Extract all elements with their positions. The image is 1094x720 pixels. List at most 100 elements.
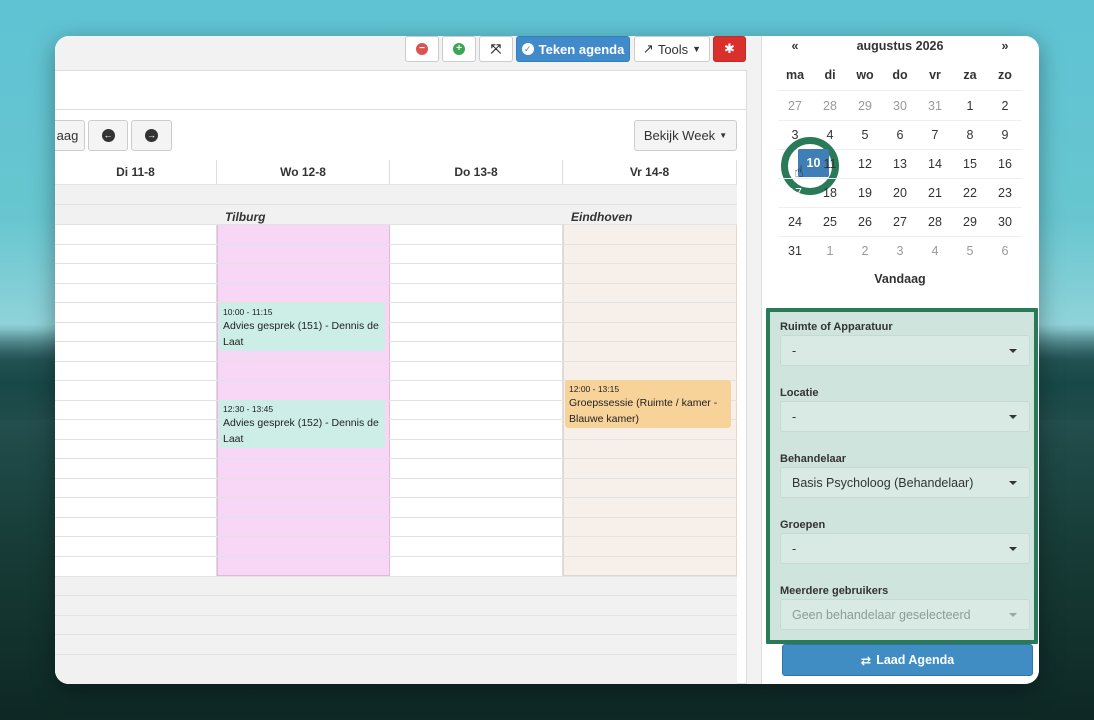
day-cell[interactable]: 28: [813, 91, 847, 120]
day-cell[interactable]: 14: [918, 149, 952, 178]
zoom-in-button[interactable]: +: [442, 36, 476, 62]
calendar-event[interactable]: 12:00 - 13:15 Groepssessie (Ruimte / kam…: [565, 380, 731, 428]
groepen-label: Groepen: [780, 519, 826, 531]
after-hours-area: [55, 576, 737, 684]
day-header-di: Di 11-8: [55, 160, 217, 184]
settings-button[interactable]: ✱: [713, 36, 746, 62]
day-cell[interactable]: 1: [953, 91, 987, 120]
bekijk-week-dropdown[interactable]: Bekijk Week ▼: [634, 120, 737, 151]
day-cell[interactable]: 28: [918, 207, 952, 236]
day-cell[interactable]: 7: [918, 120, 952, 149]
day-cell[interactable]: 5: [953, 236, 987, 265]
laad-agenda-label: Laad Agenda: [876, 653, 955, 667]
day-cell[interactable]: 3: [883, 236, 917, 265]
behandelaar-select[interactable]: Basis Psycholoog (Behandelaar): [780, 467, 1030, 498]
day-cell[interactable]: 23: [988, 178, 1022, 207]
app-window: − + ⤧ ✓ Teken agenda ↗ Tools ▼ ✱ aag ← →…: [55, 36, 1039, 684]
day-cell[interactable]: 5: [848, 120, 882, 149]
day-cell[interactable]: 19: [848, 178, 882, 207]
day-cell[interactable]: 6: [988, 236, 1022, 265]
today-button[interactable]: aag: [55, 120, 85, 151]
plus-circle-icon: +: [453, 43, 465, 55]
day-cell[interactable]: 31: [918, 91, 952, 120]
day-cell[interactable]: 30: [883, 91, 917, 120]
gear-icon: ✱: [724, 41, 735, 56]
day-cell[interactable]: 26: [848, 207, 882, 236]
day-cell[interactable]: 11: [813, 149, 847, 178]
locatie-select[interactable]: -: [780, 401, 1030, 432]
day-cell[interactable]: 8: [953, 120, 987, 149]
bekijk-week-label: Bekijk Week: [643, 128, 716, 143]
meerdere-value: Geen behandelaar geselecteerd: [792, 607, 971, 622]
calendar-event[interactable]: 10:00 - 11:15 Advies gesprek (151) - Den…: [219, 303, 385, 351]
day-cell[interactable]: 29: [848, 91, 882, 120]
day-cell[interactable]: 18: [813, 178, 847, 207]
teken-agenda-label: Teken agenda: [538, 41, 625, 57]
weekday-header: za: [963, 67, 977, 82]
event-title: Advies gesprek (151) - Dennis de Laat: [223, 320, 379, 348]
weekday-header: ma: [785, 67, 805, 82]
groepen-select[interactable]: -: [780, 533, 1030, 564]
behandelaar-label: Behandelaar: [780, 453, 847, 465]
event-title: Advies gesprek (152) - Dennis de Laat: [223, 417, 379, 445]
location-label-vr: Eindhoven: [571, 210, 633, 224]
day-cell[interactable]: 30: [988, 207, 1022, 236]
zoom-out-button[interactable]: −: [405, 36, 439, 62]
day-header-do: Do 13-8: [390, 160, 563, 184]
day-cell[interactable]: 29: [953, 207, 987, 236]
day-cell[interactable]: 22: [953, 178, 987, 207]
day-cell[interactable]: 2: [848, 236, 882, 265]
arrow-left-icon: ←: [101, 129, 115, 142]
next-week-button[interactable]: →: [131, 120, 172, 151]
day-cell[interactable]: 31: [778, 236, 812, 265]
day-cell[interactable]: 27: [778, 91, 812, 120]
day-cell[interactable]: 16: [988, 149, 1022, 178]
day-cell[interactable]: 27: [883, 207, 917, 236]
caret-down-icon: [1009, 349, 1017, 353]
vandaag-link[interactable]: Vandaag: [848, 264, 952, 293]
ruimte-select[interactable]: -: [780, 335, 1030, 366]
day-cell[interactable]: 4: [918, 236, 952, 265]
tools-dropdown[interactable]: ↗ Tools ▼: [634, 36, 710, 62]
day-cell[interactable]: 20: [883, 178, 917, 207]
caret-down-icon: ▼: [692, 44, 702, 54]
day-cell[interactable]: 6: [883, 120, 917, 149]
weekday-header: di: [824, 67, 836, 82]
day-cell[interactable]: 12: [848, 149, 882, 178]
locatie-label: Locatie: [780, 387, 819, 399]
calendar-event[interactable]: 12:30 - 13:45 Advies gesprek (152) - Den…: [219, 400, 385, 448]
day-cell[interactable]: 13: [883, 149, 917, 178]
day-header-wo: Wo 12-8: [217, 160, 390, 184]
weekday-header: vr: [929, 67, 941, 82]
prev-month-button[interactable]: «: [778, 36, 812, 60]
previous-week-button[interactable]: ←: [88, 120, 128, 151]
meerdere-select[interactable]: Geen behandelaar geselecteerd: [780, 599, 1030, 630]
agenda-main: − + ⤧ ✓ Teken agenda ↗ Tools ▼ ✱ aag ← →…: [55, 36, 761, 684]
caret-down-icon: [1009, 481, 1017, 485]
day-cell[interactable]: 1: [813, 236, 847, 265]
day-cell[interactable]: 15: [953, 149, 987, 178]
day-cell[interactable]: 9: [988, 120, 1022, 149]
caret-down-icon: ▼: [719, 131, 728, 140]
weekday-header: zo: [998, 67, 1012, 82]
laad-agenda-button[interactable]: ⇄ Laad Agenda: [782, 644, 1033, 676]
weekday-header: do: [892, 67, 908, 82]
day-cell[interactable]: 2: [988, 91, 1022, 120]
caret-down-icon: [1009, 415, 1017, 419]
location-label-wo: Tilburg: [225, 210, 266, 224]
caret-down-icon: [1009, 613, 1017, 617]
day-cell[interactable]: 25: [813, 207, 847, 236]
filters-panel: Ruimte of Apparatuur - Locatie - Behande…: [766, 308, 1038, 644]
month-title[interactable]: augustus 2026: [812, 36, 988, 60]
teken-agenda-button[interactable]: ✓ Teken agenda: [516, 36, 630, 62]
day-header-vr: Vr 14-8: [563, 160, 737, 184]
next-month-button[interactable]: »: [988, 36, 1022, 60]
tools-label: Tools: [657, 41, 689, 57]
day-cell[interactable]: 21: [918, 178, 952, 207]
today-label: aag: [56, 128, 79, 143]
day-cell[interactable]: 17: [778, 178, 812, 207]
fullscreen-button[interactable]: ⤧: [479, 36, 513, 62]
expand-icon: ⤧: [490, 41, 502, 56]
day-cell[interactable]: 24: [778, 207, 812, 236]
exchange-icon: ⇄: [860, 653, 872, 668]
